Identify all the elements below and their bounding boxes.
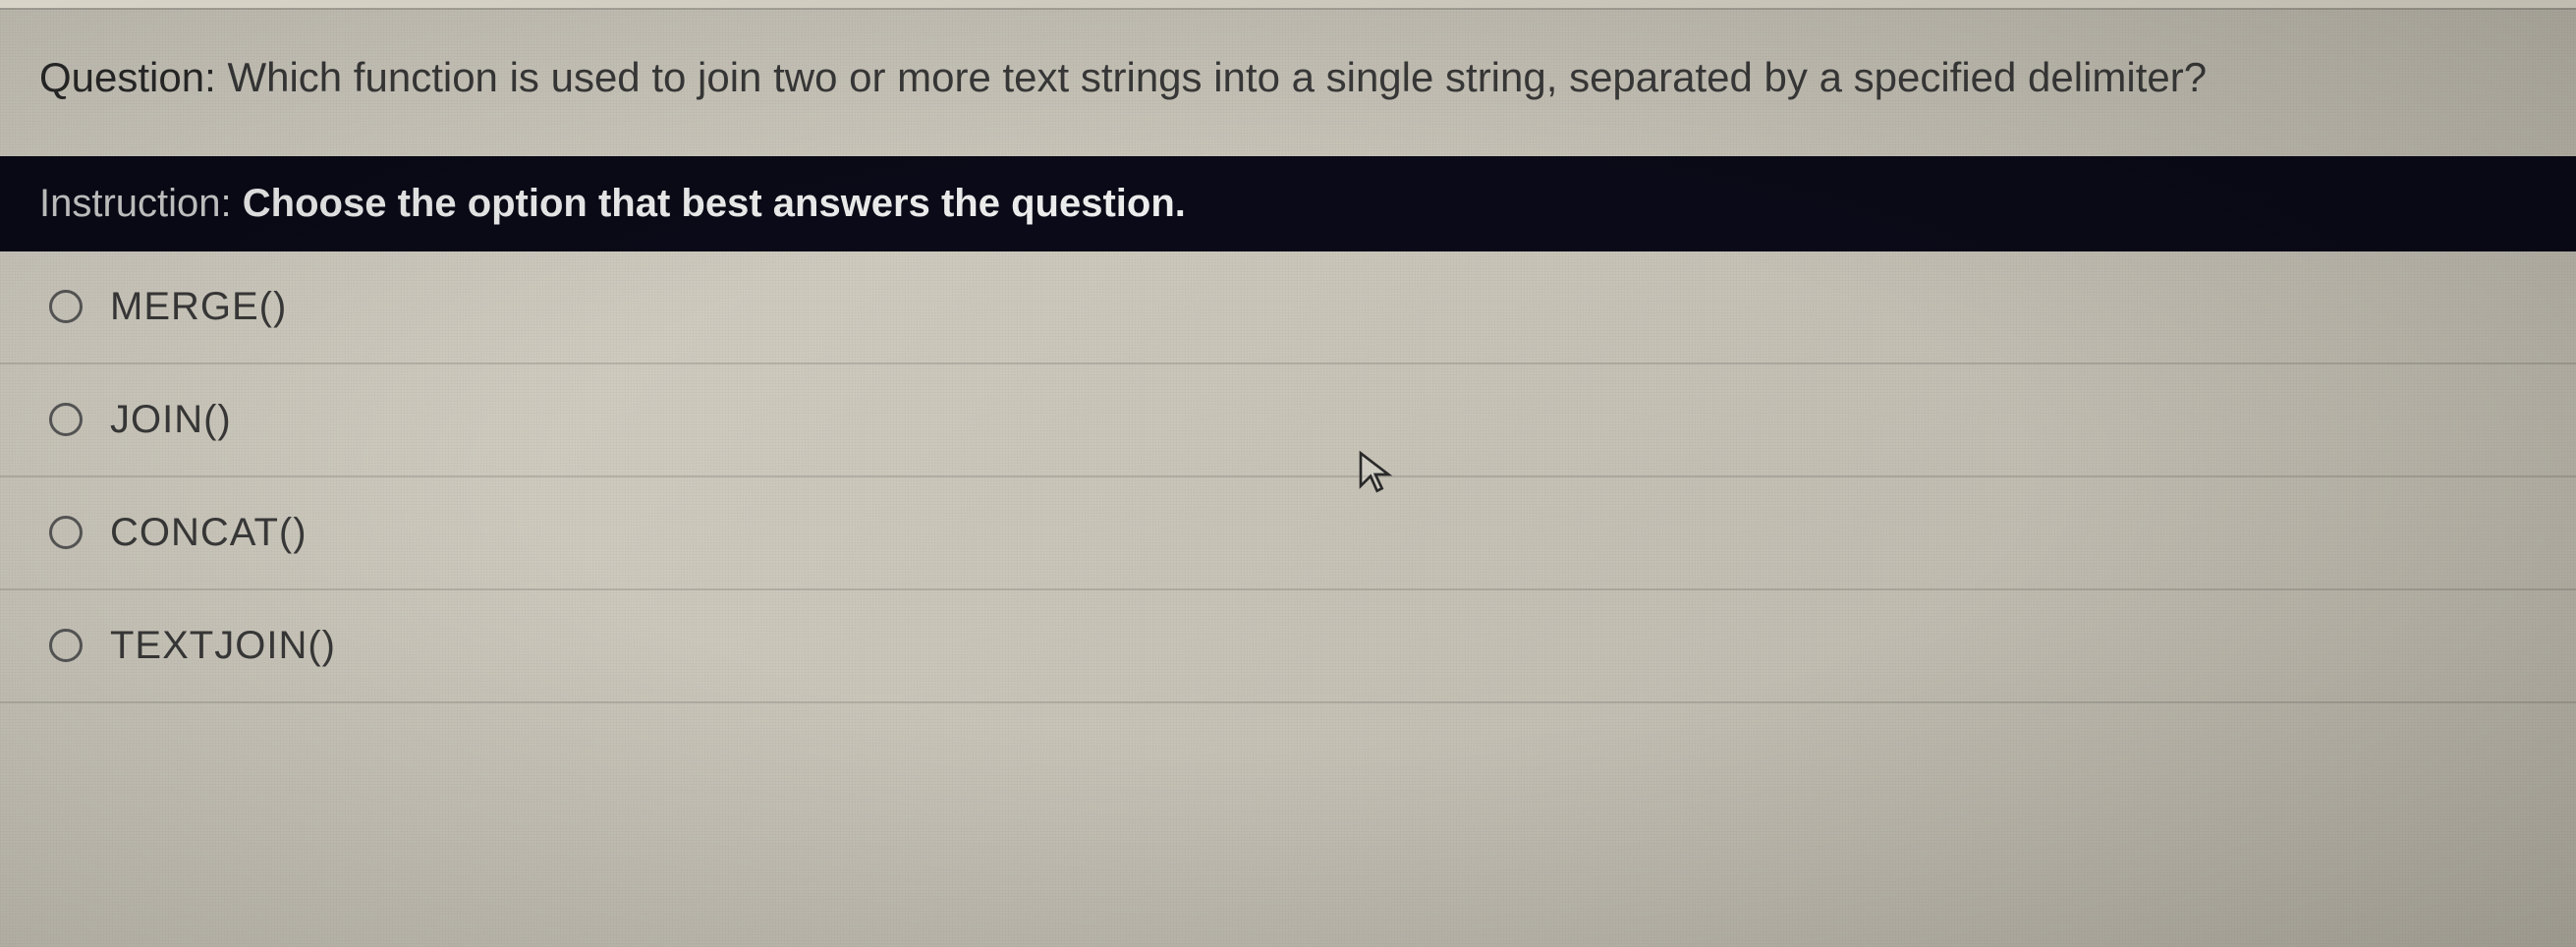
question-section: Question: Which function is used to join… — [0, 10, 2576, 156]
radio-icon[interactable] — [49, 516, 83, 549]
question-label: Question: — [39, 54, 216, 100]
radio-icon[interactable] — [49, 290, 83, 323]
question-text: Which function is used to join two or mo… — [227, 54, 2207, 100]
option-label: MERGE() — [110, 285, 287, 329]
option-label: CONCAT() — [110, 511, 308, 555]
option-label: TEXTJOIN() — [110, 624, 336, 668]
radio-icon[interactable] — [49, 403, 83, 436]
option-join[interactable]: JOIN() — [0, 364, 2576, 477]
option-concat[interactable]: CONCAT() — [0, 477, 2576, 590]
option-textjoin[interactable]: TEXTJOIN() — [0, 590, 2576, 703]
option-label: JOIN() — [110, 398, 232, 442]
radio-icon[interactable] — [49, 629, 83, 662]
option-merge[interactable]: MERGE() — [0, 251, 2576, 364]
quiz-container: Question: Which function is used to join… — [0, 8, 2576, 703]
instruction-bar: Instruction: Choose the option that best… — [0, 156, 2576, 251]
instruction-label: Instruction: — [39, 182, 232, 225]
instruction-text: Choose the option that best answers the … — [243, 182, 1186, 225]
options-list: MERGE() JOIN() CONCAT() TEXTJOIN() — [0, 251, 2576, 703]
